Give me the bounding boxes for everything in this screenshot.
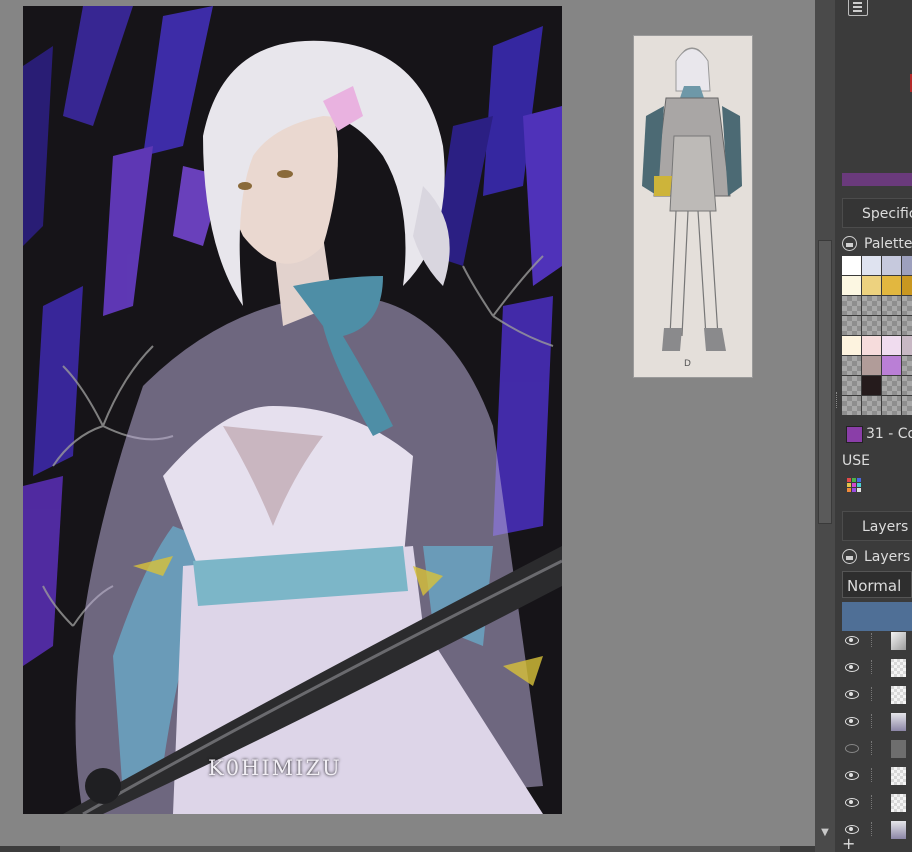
reference-sketch: D [642, 47, 742, 369]
palette-swatch[interactable] [902, 296, 912, 315]
palette-swatch[interactable] [882, 356, 901, 375]
tab-layers[interactable]: Layers [842, 511, 912, 541]
layer-row[interactable] [842, 765, 912, 791]
layer-thumbnail [891, 632, 906, 650]
palette-swatch[interactable] [882, 316, 901, 335]
palette-swatch[interactable] [902, 316, 912, 335]
artwork-illustration [23, 6, 562, 814]
layer-row[interactable] [842, 684, 912, 710]
eye-icon[interactable] [845, 717, 859, 726]
palette-swatch[interactable] [902, 256, 912, 275]
layer-tree-indent [871, 768, 873, 782]
layer-tree-indent [871, 741, 873, 755]
layer-tree-indent [871, 822, 873, 836]
palette-swatch[interactable] [862, 296, 881, 315]
palette-swatch[interactable] [862, 256, 881, 275]
layer-row[interactable] [842, 711, 912, 737]
palette-swatch[interactable] [882, 256, 901, 275]
layer-row[interactable] [842, 738, 912, 764]
palette-swatch[interactable] [882, 376, 901, 395]
layer-thumbnail [891, 821, 906, 839]
palette-swatch[interactable] [862, 356, 881, 375]
svg-text:D: D [684, 359, 691, 369]
palette-swatch[interactable] [842, 256, 861, 275]
current-palette-color-label: 31 - Co [866, 426, 912, 442]
current-palette-color-swatch[interactable] [846, 426, 863, 443]
canvas-area[interactable]: K0HIMIZU D [0, 0, 816, 852]
palette-swatch[interactable] [882, 276, 901, 295]
horizontal-scroll-thumb[interactable] [60, 846, 780, 852]
canvas-vertical-scrollbar[interactable]: ▼ [815, 0, 835, 852]
eye-icon[interactable] [845, 825, 859, 834]
palette-swatch[interactable] [902, 276, 912, 295]
layer-thumbnail [891, 659, 906, 677]
selected-layer-row[interactable] [842, 602, 912, 631]
layers-lock-icon[interactable] [842, 549, 857, 564]
layer-row[interactable] [842, 792, 912, 818]
canvas-horizontal-scrollbar[interactable] [0, 846, 816, 852]
top-docker-area [835, 0, 912, 180]
palette-swatch[interactable] [902, 396, 912, 415]
layers-docker-title: Layers [864, 549, 911, 565]
palette-swatch[interactable] [862, 316, 881, 335]
eye-icon[interactable] [845, 636, 859, 645]
palette-swatch[interactable] [862, 396, 881, 415]
palette-swatch[interactable] [862, 276, 881, 295]
layer-thumbnail [891, 686, 906, 704]
tab-layers-label: Layers [862, 519, 909, 535]
palette-swatch[interactable] [842, 376, 861, 395]
reference-image[interactable]: D [633, 35, 753, 378]
eye-icon[interactable] [845, 690, 859, 699]
list-view-icon[interactable] [848, 0, 868, 16]
palette-docker-title: Palette [864, 236, 912, 252]
palette-swatch[interactable] [882, 296, 901, 315]
right-docker-panel: Specific Palette 31 - Co USE Layers Laye… [835, 0, 912, 852]
use-label: USE [842, 453, 870, 469]
palette-lock-icon[interactable] [842, 236, 857, 251]
palette-swatch[interactable] [842, 316, 861, 335]
layer-thumbnail [891, 740, 906, 758]
layer-row[interactable] [842, 630, 912, 656]
palette-swatch-grid[interactable] [842, 256, 912, 418]
current-color-bar [842, 173, 912, 186]
eye-icon[interactable] [845, 798, 859, 807]
palette-swatch[interactable] [862, 376, 881, 395]
tab-specific-color-selector[interactable]: Specific [842, 198, 912, 228]
palette-swatch[interactable] [862, 336, 881, 355]
layer-tree-indent [871, 714, 873, 728]
layer-tree-indent [871, 795, 873, 809]
eye-icon[interactable] [845, 663, 859, 672]
tab-specific-label: Specific [862, 206, 912, 222]
palette-swatch[interactable] [842, 296, 861, 315]
palette-swatch[interactable] [902, 336, 912, 355]
layer-thumbnail [891, 794, 906, 812]
palette-swatch[interactable] [902, 376, 912, 395]
layer-thumbnail [891, 767, 906, 785]
eye-icon[interactable] [845, 771, 859, 780]
add-layer-button[interactable]: + [842, 836, 912, 852]
artwork-canvas[interactable]: K0HIMIZU [23, 6, 562, 814]
docker-resize-grip[interactable] [836, 392, 840, 408]
vertical-scroll-thumb[interactable] [818, 240, 832, 524]
blend-mode-select[interactable]: Normal [842, 571, 912, 598]
scroll-down-arrow-icon[interactable]: ▼ [818, 826, 832, 840]
layer-tree-indent [871, 660, 873, 674]
palette-swatch[interactable] [902, 356, 912, 375]
layer-tree-indent [871, 687, 873, 701]
palette-swatch[interactable] [882, 396, 901, 415]
artist-signature: K0HIMIZU [208, 756, 342, 780]
layer-tree-indent [871, 633, 873, 647]
eye-closed-icon[interactable] [845, 744, 859, 753]
palette-swatch[interactable] [842, 336, 861, 355]
palette-swatch[interactable] [842, 356, 861, 375]
palette-grid-icon[interactable] [847, 478, 861, 492]
palette-swatch[interactable] [882, 336, 901, 355]
layer-thumbnail [891, 713, 906, 731]
palette-swatch[interactable] [842, 276, 861, 295]
palette-swatch[interactable] [842, 396, 861, 415]
layer-row[interactable] [842, 657, 912, 683]
